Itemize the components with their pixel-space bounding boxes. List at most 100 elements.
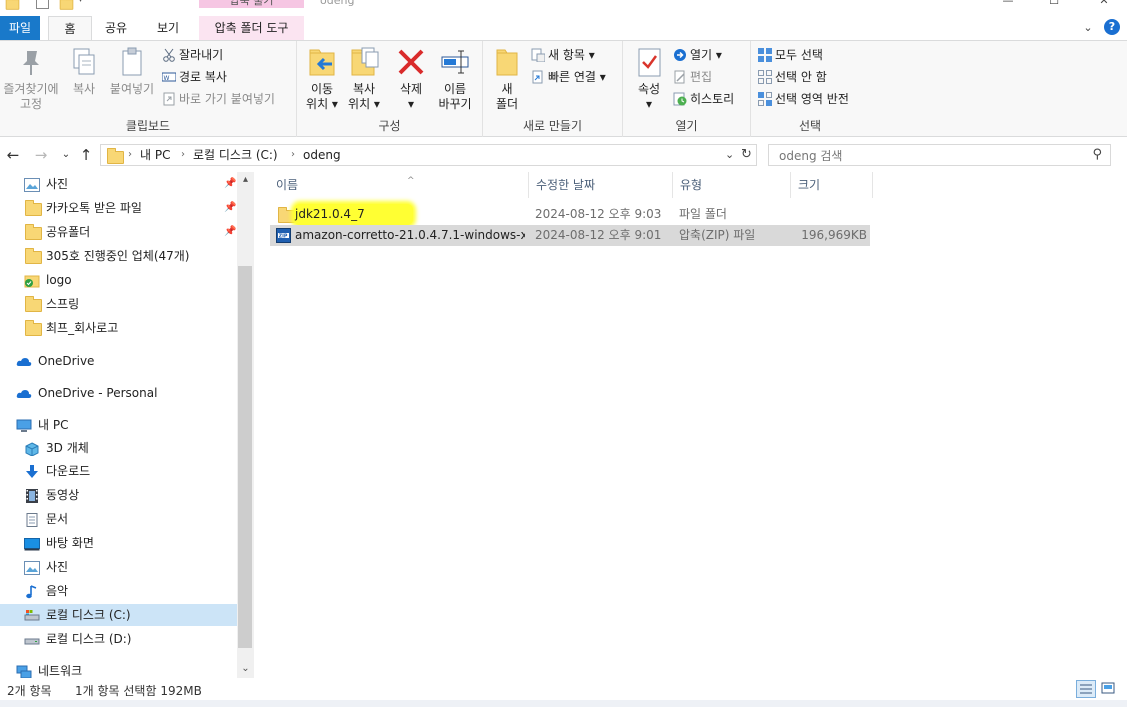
column-header-date[interactable]: 수정한 날짜 — [529, 172, 673, 198]
nav-item-music[interactable]: 음악 — [0, 580, 237, 602]
tab-view[interactable]: 보기 — [144, 16, 192, 40]
copy-path-button[interactable]: W 경로 복사 — [161, 67, 227, 87]
easy-access-icon — [531, 70, 545, 84]
edit-icon — [673, 70, 687, 84]
easy-access-button[interactable]: 빠른 연결 ▾ — [531, 67, 606, 87]
pin-icon[interactable]: 📌 — [224, 197, 236, 219]
tab-home[interactable]: 홈 — [48, 16, 92, 41]
address-bar[interactable]: › 내 PC › 로컬 디스크 (C:) › odeng ⌄ ↻ — [100, 144, 757, 166]
large-icons-view-icon[interactable] — [1099, 680, 1119, 698]
nav-item-onedrive-personal[interactable]: OneDrive - Personal — [0, 382, 237, 404]
file-list: ^ 이름 수정한 날짜 유형 크기 jdk21.0.4_7 2024-08-12… — [255, 172, 1127, 678]
new-folder-button[interactable]: 새 폴더 — [489, 45, 525, 112]
nav-item-local-disk-c[interactable]: 로컬 디스크 (C:) — [0, 604, 237, 626]
chevron-down-icon[interactable]: ⌄ — [1080, 20, 1096, 36]
maximize-icon[interactable]: ☐ — [1031, 0, 1077, 8]
rename-button[interactable]: 이름 바꾸기 — [433, 45, 477, 112]
nav-item-desktop[interactable]: 바탕 화면 — [0, 532, 237, 554]
nav-scrollbar-thumb[interactable] — [238, 266, 252, 648]
close-icon[interactable]: ✕ — [1081, 0, 1127, 8]
back-arrow-icon[interactable]: ← — [3, 145, 23, 165]
paste-shortcut-button[interactable]: 바로 가기 붙여넣기 — [162, 89, 275, 109]
breadcrumb-odeng[interactable]: odeng — [303, 145, 341, 165]
window-title: odeng — [320, 0, 355, 7]
delete-button[interactable]: 삭제 ▾ — [393, 45, 429, 112]
copy-to-button[interactable]: 복사 위치 ▾ — [344, 45, 384, 112]
chevron-right-icon[interactable]: › — [291, 145, 295, 165]
column-header-size[interactable]: 크기 — [791, 172, 873, 198]
history-button[interactable]: 히스토리 — [673, 89, 734, 109]
group-select: 모두 선택 선택 안 함 선택 영역 반전 선택 — [751, 41, 869, 137]
copy-button[interactable]: 복사 — [66, 45, 102, 97]
nav-item-downloads[interactable]: 다운로드 — [0, 460, 237, 482]
shared-folder-icon — [25, 224, 42, 240]
forward-arrow-icon[interactable]: → — [31, 145, 51, 165]
properties-button[interactable]: 속성 ▾ — [629, 45, 669, 112]
column-header-type[interactable]: 유형 — [673, 172, 791, 198]
recent-locations-chevron-icon[interactable]: ⌄ — [56, 145, 76, 165]
nav-item-pictures[interactable]: 사진 📌 — [0, 173, 237, 195]
chevron-right-icon[interactable]: › — [181, 145, 185, 165]
paste-button[interactable]: 붙여넣기 — [106, 45, 158, 97]
nav-item-pc-pictures[interactable]: 사진 — [0, 556, 237, 578]
details-view-icon[interactable] — [1076, 680, 1096, 698]
nav-item-this-pc[interactable]: 내 PC — [0, 414, 237, 436]
properties-icon[interactable] — [36, 0, 49, 9]
address-dropdown-chevron-icon[interactable]: ⌄ — [725, 145, 734, 165]
open-button[interactable]: 열기 ▾ — [673, 45, 722, 65]
up-arrow-icon[interactable]: ↑ — [76, 145, 96, 165]
pin-icon[interactable]: 📌 — [224, 173, 236, 195]
scroll-up-icon[interactable]: ▴ — [237, 172, 254, 188]
tab-file[interactable]: 파일 — [0, 16, 40, 40]
search-input[interactable] — [777, 147, 1081, 165]
group-clipboard: 즐겨찾기에 고정 복사 붙여넣기 잘라내기 W 경로 복사 바로 가기 붙여넣기 … — [0, 41, 297, 137]
group-label-select: 선택 — [798, 119, 822, 133]
ribbon: 즐겨찾기에 고정 복사 붙여넣기 잘라내기 W 경로 복사 바로 가기 붙여넣기 … — [0, 40, 1127, 137]
cloud-icon — [16, 386, 32, 400]
nav-item-company-logo[interactable]: 최프_회사로고 — [0, 317, 237, 339]
scroll-down-icon[interactable]: ⌄ — [237, 661, 254, 677]
pin-icon[interactable]: 📌 — [224, 221, 236, 243]
new-item-button[interactable]: 새 항목 ▾ — [531, 45, 595, 65]
nav-item-shared-folder[interactable]: 공유폴더 📌 — [0, 221, 237, 243]
breadcrumb-this-pc[interactable]: 내 PC — [140, 145, 170, 165]
search-box[interactable]: ⚲ — [768, 144, 1111, 166]
svg-text:W: W — [164, 75, 170, 82]
edit-button[interactable]: 편집 — [673, 67, 712, 87]
chevron-right-icon[interactable]: › — [128, 145, 132, 165]
nav-item-3d-objects[interactable]: 3D 개체 — [0, 437, 237, 459]
minimize-icon[interactable]: — — [985, 0, 1031, 8]
nav-item-videos[interactable]: 동영상 — [0, 484, 237, 506]
file-name: jdk21.0.4_7 — [294, 204, 413, 225]
move-to-button[interactable]: 이동 위치 ▾ — [302, 45, 342, 112]
film-icon — [24, 488, 40, 503]
nav-item-spring[interactable]: 스프링 — [0, 293, 237, 315]
search-icon[interactable]: ⚲ — [1092, 147, 1102, 162]
item-count: 2개 항목 — [7, 684, 52, 698]
nav-item-logo[interactable]: logo — [0, 269, 237, 291]
refresh-icon[interactable]: ↻ — [741, 145, 752, 165]
select-all-button[interactable]: 모두 선택 — [758, 45, 823, 65]
nav-item-network[interactable]: 네트워크 — [0, 660, 237, 678]
column-header-name[interactable]: ^ 이름 — [269, 172, 529, 198]
tab-compressed-folder-tools[interactable]: 압축 폴더 도구 — [199, 16, 304, 40]
cloud-icon — [16, 354, 32, 368]
customize-qat-icon[interactable]: ▾ — [78, 0, 83, 5]
file-row[interactable]: ZIP amazon-corretto-21.0.4.7.1-windows-x… — [270, 225, 870, 246]
file-size: 196,969KB — [801, 228, 867, 242]
select-none-button[interactable]: 선택 안 함 — [758, 67, 827, 87]
nav-item-room-305[interactable]: 305호 진행중인 업체(47개) — [0, 245, 237, 267]
nav-item-documents[interactable]: 문서 — [0, 508, 237, 530]
nav-item-kakaotalk[interactable]: 카카오톡 받은 파일 📌 — [0, 197, 237, 219]
tab-share[interactable]: 공유 — [94, 16, 138, 40]
cut-button[interactable]: 잘라내기 — [162, 45, 223, 65]
help-icon[interactable]: ? — [1104, 19, 1120, 35]
nav-item-onedrive[interactable]: OneDrive — [0, 350, 237, 372]
pin-to-quick-access-button[interactable]: 즐겨찾기에 고정 — [0, 45, 62, 112]
group-organize: 이동 위치 ▾ 복사 위치 ▾ 삭제 ▾ 이름 바꾸기 구성 — [297, 41, 483, 137]
nav-item-local-disk-d[interactable]: 로컬 디스크 (D:) — [0, 628, 237, 650]
pictures-icon — [24, 177, 40, 192]
breadcrumb-local-disk-c[interactable]: 로컬 디스크 (C:) — [193, 145, 278, 165]
invert-selection-button[interactable]: 선택 영역 반전 — [758, 89, 849, 109]
file-row[interactable]: jdk21.0.4_7 2024-08-12 오후 9:03 파일 폴더 — [270, 204, 870, 225]
